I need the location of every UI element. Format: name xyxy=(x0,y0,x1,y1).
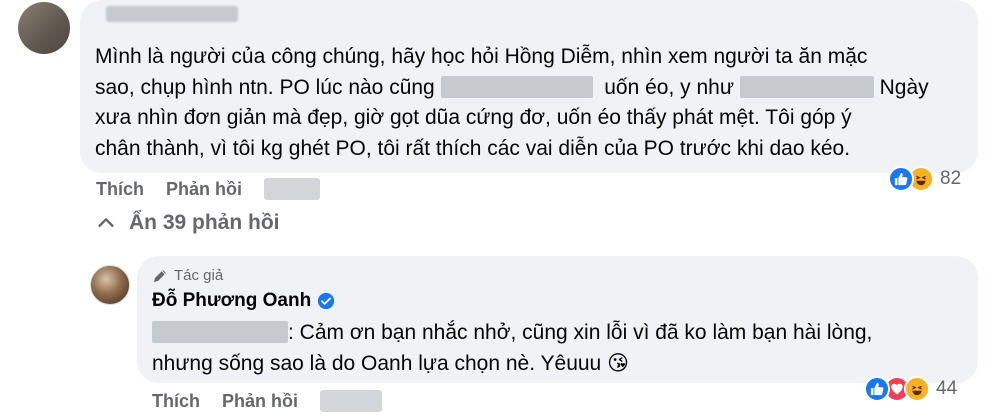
verified-badge-icon xyxy=(318,292,335,310)
author-badge-label: Tác giả xyxy=(174,267,224,284)
haha-icon xyxy=(904,376,930,402)
like-button[interactable]: Thích xyxy=(152,391,200,412)
comment-line-3: xưa nhìn đơn giản mà đẹp, giờ gọt dũa cứ… xyxy=(95,106,852,129)
mention-redacted[interactable] xyxy=(152,321,288,343)
reply-author-name[interactable]: Đỗ Phương Oanh xyxy=(152,290,311,312)
reply-button[interactable]: Phản hồi xyxy=(222,391,298,412)
timestamp-redacted[interactable] xyxy=(264,178,320,200)
comment-line-4: chân thành, vì tôi kg ghét PO, tôi rất t… xyxy=(95,136,851,160)
commenter-name-redacted[interactable] xyxy=(106,6,238,22)
kiss-emoji: 😘 xyxy=(607,351,629,375)
commenter-avatar[interactable] xyxy=(18,2,70,54)
reaction-count: 82 xyxy=(940,168,962,189)
like-icon xyxy=(888,166,914,192)
hide-replies-label: Ẩn 39 phản hồi xyxy=(129,211,280,234)
redacted-text xyxy=(739,75,874,98)
like-icon xyxy=(864,376,890,402)
author-badge: Tác giả xyxy=(152,267,223,284)
reply-body: : Cảm ơn bạn nhắc nhở, cũng xin lỗi vì đ… xyxy=(152,318,972,379)
reply-author: Đỗ Phương Oanh xyxy=(152,290,335,312)
reply-button[interactable]: Phản hồi xyxy=(166,179,242,200)
reply-actions: Thích Phản hồi xyxy=(152,390,382,412)
hide-replies-toggle[interactable]: Ẩn 39 phản hồi xyxy=(95,211,280,235)
reply-line-1: : Cảm ơn bạn nhắc nhở, cũng xin lỗi vì đ… xyxy=(152,318,972,349)
comment-body: Mình là người của công chúng, hãy học hỏ… xyxy=(95,42,975,164)
like-button[interactable]: Thích xyxy=(96,179,144,200)
pencil-icon xyxy=(154,269,166,282)
author-avatar[interactable] xyxy=(90,265,130,305)
comment-actions: Thích Phản hồi xyxy=(96,178,320,200)
comment-line-2: sao, chụp hình ntn. PO lúc nào cũng uốn … xyxy=(95,75,929,99)
redacted-text xyxy=(440,75,593,98)
reply-reactions[interactable]: 44 xyxy=(864,374,957,404)
reaction-count: 44 xyxy=(936,378,958,399)
timestamp-redacted[interactable] xyxy=(320,390,382,412)
comment-reactions[interactable]: 82 xyxy=(888,164,961,194)
chevron-up-icon xyxy=(98,218,114,227)
reply-line-2: nhưng sống sao là do Oanh lựa chọn nè. Y… xyxy=(152,351,629,375)
comment-line-1: Mình là người của công chúng, hãy học hỏ… xyxy=(95,45,868,68)
